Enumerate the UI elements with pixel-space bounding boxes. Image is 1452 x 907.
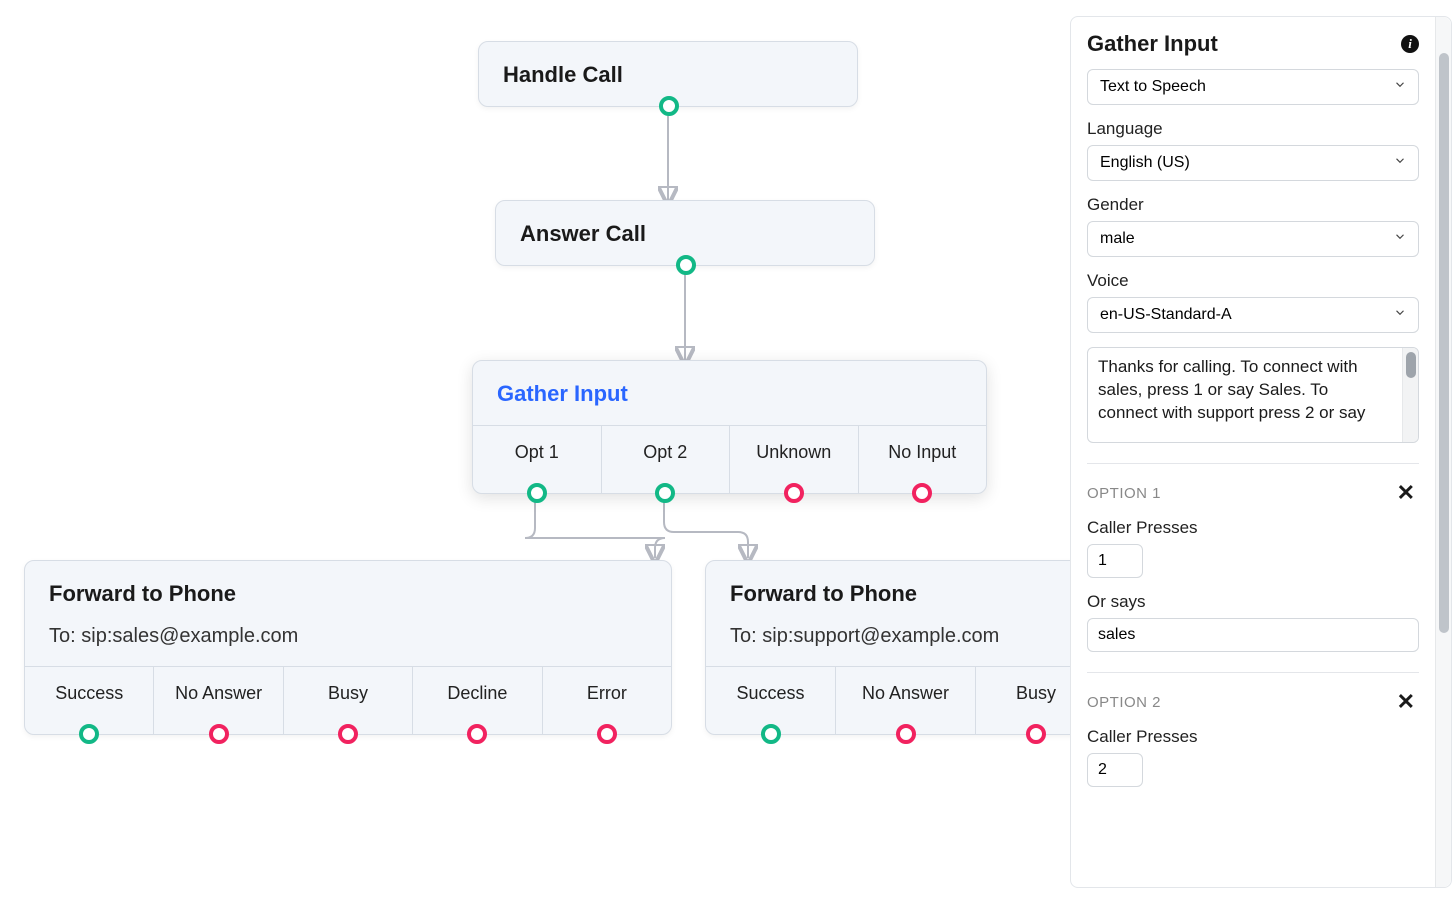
gather-opt-no-input[interactable]: No Input	[859, 426, 987, 493]
output-port[interactable]	[655, 483, 675, 503]
outcome-no-answer[interactable]: No Answer	[836, 667, 976, 734]
panel-content[interactable]: Gather Input i Text to Speech Language E…	[1071, 17, 1435, 887]
remove-option-2[interactable]: ✕	[1393, 691, 1419, 713]
node-title: Forward to Phone	[25, 561, 671, 625]
output-port[interactable]	[761, 724, 781, 744]
voice-label: Voice	[1087, 271, 1419, 291]
gender-select[interactable]: male	[1087, 221, 1419, 257]
output-port[interactable]	[597, 724, 617, 744]
opt-label: Error	[587, 683, 627, 703]
presses-label: Caller Presses	[1087, 518, 1419, 538]
forward-outcomes: Success No Answer Busy Decline Error	[25, 666, 671, 734]
opt-label: No Input	[888, 442, 956, 462]
panel-scrollbar[interactable]	[1435, 17, 1451, 887]
gather-opt-1[interactable]: Opt 1	[473, 426, 602, 493]
presses-input-2[interactable]	[1087, 753, 1143, 787]
gather-opt-unknown[interactable]: Unknown	[730, 426, 859, 493]
scroll-thumb[interactable]	[1406, 352, 1416, 378]
node-forward-phone-left[interactable]: Forward to Phone To: sip:sales@example.c…	[24, 560, 672, 735]
panel-title: Gather Input	[1087, 31, 1218, 57]
opt-label: Opt 1	[515, 442, 559, 462]
output-port[interactable]	[467, 724, 487, 744]
says-label: Or says	[1087, 592, 1419, 612]
node-title: Gather Input	[473, 361, 986, 425]
language-label: Language	[1087, 119, 1419, 139]
message-text[interactable]: Thanks for calling. To connect with sale…	[1088, 348, 1402, 442]
node-handle-call[interactable]: Handle Call	[478, 41, 858, 107]
gender-label: Gender	[1087, 195, 1419, 215]
outcome-error[interactable]: Error	[543, 667, 671, 734]
select-value[interactable]: male	[1087, 221, 1419, 257]
voice-select[interactable]: en-US-Standard-A	[1087, 297, 1419, 333]
outcome-no-answer[interactable]: No Answer	[154, 667, 283, 734]
output-port[interactable]	[209, 724, 229, 744]
select-value[interactable]: English (US)	[1087, 145, 1419, 181]
output-port[interactable]	[527, 483, 547, 503]
option-2-header: OPTION 2	[1087, 694, 1161, 711]
output-port[interactable]	[659, 96, 679, 116]
opt-label: Decline	[447, 683, 507, 703]
opt-label: Success	[736, 683, 804, 703]
opt-label: No Answer	[175, 683, 262, 703]
opt-label: No Answer	[862, 683, 949, 703]
presses-input-1[interactable]	[1087, 544, 1143, 578]
select-value[interactable]: en-US-Standard-A	[1087, 297, 1419, 333]
outcome-success[interactable]: Success	[25, 667, 154, 734]
message-textarea[interactable]: Thanks for calling. To connect with sale…	[1087, 347, 1419, 443]
separator	[1087, 463, 1419, 464]
outcome-decline[interactable]: Decline	[413, 667, 542, 734]
opt-label: Opt 2	[643, 442, 687, 462]
outcome-busy[interactable]: Busy	[284, 667, 413, 734]
presses-label-2: Caller Presses	[1087, 727, 1419, 747]
language-select[interactable]: English (US)	[1087, 145, 1419, 181]
opt-label: Unknown	[756, 442, 831, 462]
type-select[interactable]: Text to Speech	[1087, 69, 1419, 105]
separator	[1087, 672, 1419, 673]
textarea-scrollbar[interactable]	[1402, 348, 1418, 442]
outcome-success[interactable]: Success	[706, 667, 836, 734]
gather-options: Opt 1 Opt 2 Unknown No Input	[473, 425, 986, 493]
gather-opt-2[interactable]: Opt 2	[602, 426, 731, 493]
select-value[interactable]: Text to Speech	[1087, 69, 1419, 105]
opt-label: Busy	[328, 683, 368, 703]
output-port[interactable]	[912, 483, 932, 503]
output-port[interactable]	[676, 255, 696, 275]
output-port[interactable]	[79, 724, 99, 744]
option-1-header: OPTION 1	[1087, 485, 1161, 502]
forward-to: To: sip:sales@example.com	[25, 625, 671, 666]
output-port[interactable]	[784, 483, 804, 503]
node-gather-input[interactable]: Gather Input Opt 1 Opt 2 Unknown No Inpu…	[472, 360, 987, 494]
node-answer-call[interactable]: Answer Call	[495, 200, 875, 266]
output-port[interactable]	[896, 724, 916, 744]
info-icon[interactable]: i	[1401, 35, 1419, 53]
says-input-1[interactable]	[1087, 618, 1419, 652]
opt-label: Busy	[1016, 683, 1056, 703]
opt-label: Success	[55, 683, 123, 703]
remove-option-1[interactable]: ✕	[1393, 482, 1419, 504]
output-port[interactable]	[1026, 724, 1046, 744]
properties-panel: Gather Input i Text to Speech Language E…	[1070, 16, 1452, 888]
output-port[interactable]	[338, 724, 358, 744]
scroll-thumb[interactable]	[1439, 53, 1449, 633]
